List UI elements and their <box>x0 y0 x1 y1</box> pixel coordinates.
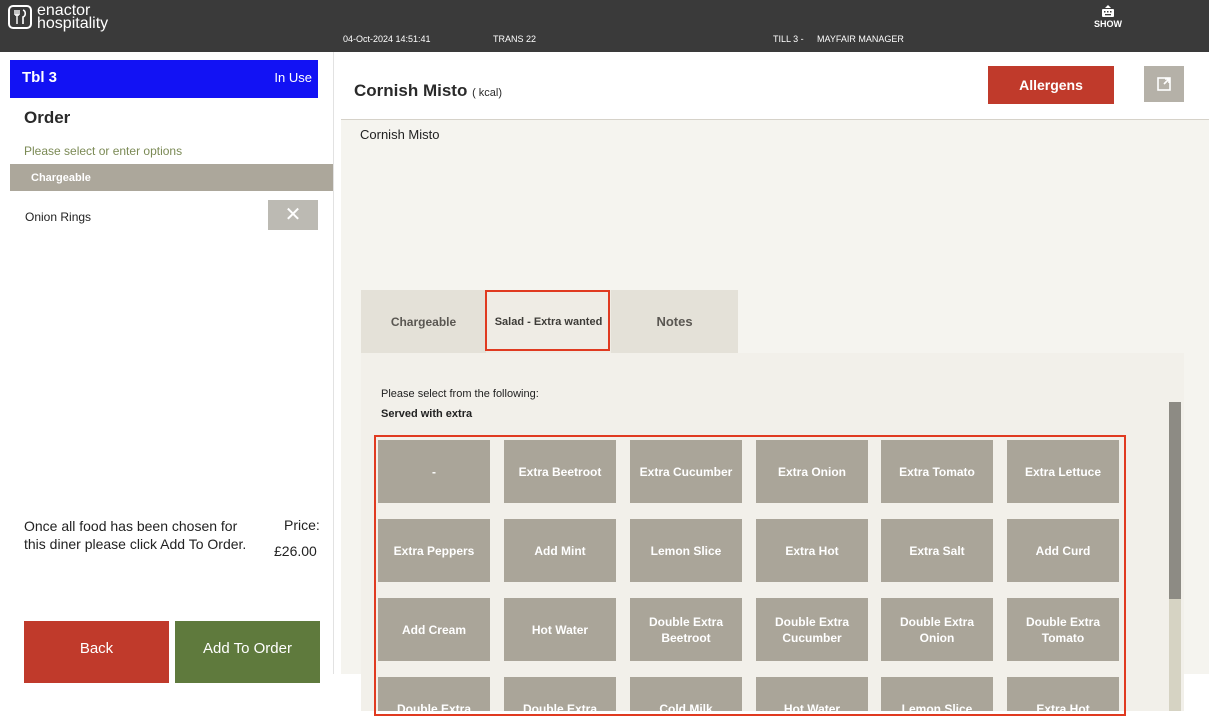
price-value: £26.00 <box>274 543 317 559</box>
logo-text-hospitality: hospitality <box>37 15 109 32</box>
product-body: Cornish Misto Chargeable Salad - Extra w… <box>341 120 1209 716</box>
enactor-logo: enactor hospitality <box>8 3 109 32</box>
instruction-text: Once all food has been chosen for this d… <box>24 518 247 552</box>
list-item[interactable]: Onion Rings ✕ <box>10 200 318 232</box>
selected-tab-highlight <box>485 290 610 351</box>
price-label: Price: <box>284 517 320 533</box>
remove-item-button[interactable]: ✕ <box>268 200 318 230</box>
cutlery-icon <box>8 5 32 29</box>
product-name: Cornish Misto <box>354 81 468 100</box>
tab-notes[interactable]: Notes <box>611 290 738 353</box>
section-header-chargeable: Chargeable <box>10 164 333 191</box>
product-detail-panel: Cornish Misto ( kcal) Allergens Cornish … <box>341 59 1209 716</box>
options-panel: Chargeable Salad - Extra wanted Notes Pl… <box>361 290 1184 716</box>
item-name: Onion Rings <box>25 210 92 224</box>
show-keyboard-label: SHOW <box>1094 19 1122 29</box>
table-status: In Use <box>274 70 312 85</box>
till-number: TILL 3 - <box>773 34 804 44</box>
scrollbar-thumb[interactable] <box>1169 402 1181 599</box>
order-sidebar: Tbl 3 In Use Order Please select or ente… <box>0 52 334 683</box>
tab-chargeable[interactable]: Chargeable <box>361 290 486 353</box>
options-group-title: Served with extra <box>381 408 473 420</box>
table-name: Tbl 3 <box>22 69 58 86</box>
close-icon: ✕ <box>284 204 302 226</box>
expand-icon <box>1157 77 1171 91</box>
show-keyboard-button[interactable]: SHOW <box>1088 5 1128 29</box>
product-header: Cornish Misto ( kcal) Allergens <box>341 59 1209 120</box>
tab-strip-filler <box>738 290 1184 353</box>
options-prompt: Please select from the following: <box>381 388 539 400</box>
product-kcal: ( kcal) <box>472 87 503 99</box>
transaction-number: TRANS 22 <box>493 34 537 44</box>
user-name: MAYFAIR MANAGER <box>817 34 904 44</box>
top-bar: enactor hospitality 04-Oct-2024 14:51:41… <box>0 0 1209 52</box>
datetime: 04-Oct-2024 14:51:41 <box>343 34 431 44</box>
table-header[interactable]: Tbl 3 In Use <box>10 60 318 98</box>
keyboard-icon <box>1102 5 1114 17</box>
expand-button[interactable] <box>1144 66 1184 102</box>
order-title: Order <box>24 108 71 127</box>
allergens-button[interactable]: Allergens <box>988 66 1114 104</box>
section-header-label: Chargeable <box>31 172 91 184</box>
order-subtitle: Please select or enter options <box>24 144 183 158</box>
product-description: Cornish Misto <box>360 127 440 142</box>
product-title: Cornish Misto ( kcal) <box>354 81 502 101</box>
